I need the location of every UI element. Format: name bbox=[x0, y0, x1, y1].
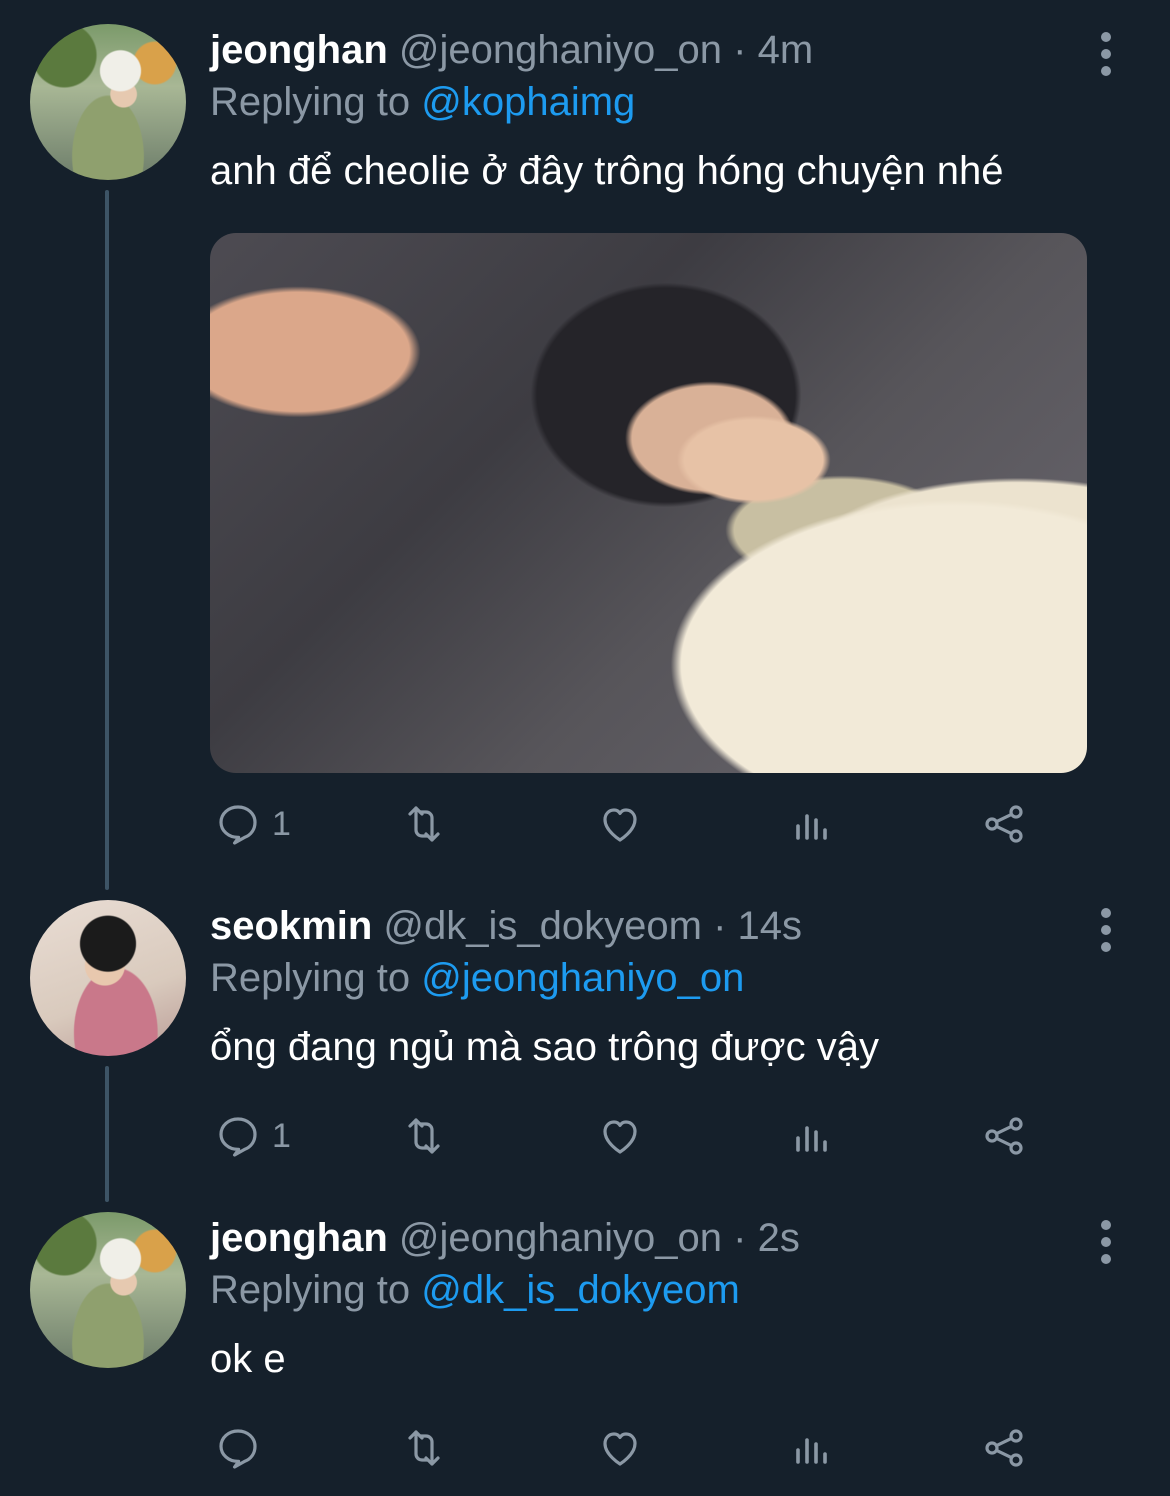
action-bar: 1 bbox=[210, 794, 1040, 854]
separator: · bbox=[733, 1216, 747, 1260]
tweet[interactable]: jeonghan @jeonghaniyo_on · 4m Replying t… bbox=[0, 0, 1170, 880]
author-name[interactable]: jeonghan bbox=[210, 1216, 388, 1260]
share-button[interactable] bbox=[980, 1106, 1028, 1166]
reply-icon bbox=[219, 1117, 257, 1157]
tweet-text: anh để cheolie ở đây trông hóng chuyện n… bbox=[210, 149, 1004, 193]
reply-button[interactable]: 1 bbox=[214, 1106, 291, 1166]
reply-icon bbox=[219, 805, 257, 845]
author-handle[interactable]: @jeonghaniyo_on bbox=[399, 1216, 722, 1260]
retweet-icon bbox=[408, 1118, 440, 1154]
tweet-header: seokmin @dk_is_dokyeom · 14s bbox=[210, 902, 802, 950]
replying-to: Replying to @kophaimg bbox=[210, 78, 635, 126]
replying-prefix: Replying to bbox=[210, 956, 422, 1000]
replying-prefix: Replying to bbox=[210, 1268, 422, 1312]
timestamp[interactable]: 2s bbox=[758, 1216, 800, 1260]
tweet-media-image[interactable] bbox=[210, 233, 1087, 773]
mention-link[interactable]: @jeonghaniyo_on bbox=[421, 956, 744, 1000]
avatar[interactable] bbox=[30, 1212, 186, 1368]
mention-link[interactable]: @kophaimg bbox=[421, 80, 635, 124]
share-icon bbox=[985, 1429, 1023, 1467]
tweet-header: jeonghan @jeonghaniyo_on · 4m bbox=[210, 26, 813, 74]
tweet[interactable]: jeonghan @jeonghaniyo_on · 2s Replying t… bbox=[0, 1188, 1170, 1496]
views-icon bbox=[796, 814, 827, 840]
views-icon bbox=[796, 1438, 827, 1464]
author-name[interactable]: jeonghan bbox=[210, 28, 388, 72]
tweet-text: ok e bbox=[210, 1337, 286, 1381]
avatar[interactable] bbox=[30, 900, 186, 1056]
author-handle[interactable]: @dk_is_dokyeom bbox=[383, 904, 702, 948]
like-button[interactable] bbox=[596, 1418, 644, 1478]
avatar[interactable] bbox=[30, 24, 186, 180]
share-button[interactable] bbox=[980, 1418, 1028, 1478]
heart-icon bbox=[603, 1120, 637, 1154]
replying-prefix: Replying to bbox=[210, 80, 422, 124]
retweet-button[interactable] bbox=[400, 1418, 448, 1478]
reply-count: 1 bbox=[272, 1116, 291, 1155]
like-button[interactable] bbox=[596, 1106, 644, 1166]
author-handle[interactable]: @jeonghaniyo_on bbox=[399, 28, 722, 72]
more-icon[interactable] bbox=[1096, 1220, 1116, 1264]
views-button[interactable] bbox=[788, 794, 836, 854]
mention-link[interactable]: @dk_is_dokyeom bbox=[421, 1268, 740, 1312]
like-button[interactable] bbox=[596, 794, 644, 854]
reply-button[interactable]: 1 bbox=[214, 794, 291, 854]
reply-icon bbox=[219, 1429, 257, 1469]
tweet-header: jeonghan @jeonghaniyo_on · 2s bbox=[210, 1214, 800, 1262]
action-bar bbox=[210, 1418, 1040, 1478]
share-button[interactable] bbox=[980, 794, 1028, 854]
tweet-text: ổng đang ngủ mà sao trông được vậy bbox=[210, 1025, 879, 1069]
views-icon bbox=[796, 1126, 827, 1152]
views-button[interactable] bbox=[788, 1418, 836, 1478]
share-icon bbox=[985, 1117, 1023, 1155]
separator: · bbox=[713, 904, 727, 948]
heart-icon bbox=[603, 1432, 637, 1466]
retweet-button[interactable] bbox=[400, 794, 448, 854]
author-name[interactable]: seokmin bbox=[210, 904, 372, 948]
more-icon[interactable] bbox=[1096, 908, 1116, 952]
retweet-icon bbox=[408, 806, 440, 842]
reply-button[interactable] bbox=[214, 1418, 272, 1478]
action-bar: 1 bbox=[210, 1106, 1040, 1166]
timestamp[interactable]: 4m bbox=[758, 28, 814, 72]
more-icon[interactable] bbox=[1096, 32, 1116, 76]
tweet[interactable]: seokmin @dk_is_dokyeom · 14s Replying to… bbox=[0, 876, 1170, 1196]
replying-to: Replying to @dk_is_dokyeom bbox=[210, 1266, 740, 1314]
heart-icon bbox=[603, 808, 637, 842]
retweet-icon bbox=[408, 1430, 440, 1466]
reply-count: 1 bbox=[272, 804, 291, 843]
separator: · bbox=[733, 28, 747, 72]
share-icon bbox=[985, 805, 1023, 843]
retweet-button[interactable] bbox=[400, 1106, 448, 1166]
replying-to: Replying to @jeonghaniyo_on bbox=[210, 954, 744, 1002]
timestamp[interactable]: 14s bbox=[738, 904, 803, 948]
views-button[interactable] bbox=[788, 1106, 836, 1166]
